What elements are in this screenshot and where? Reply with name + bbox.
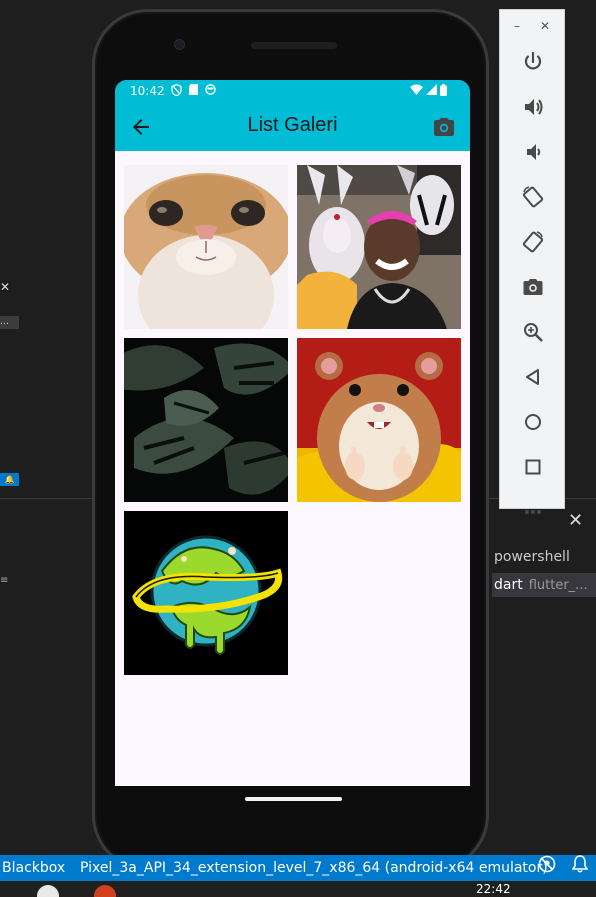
terminal-tab-dart[interactable]: dart flutter_... [492, 573, 596, 597]
earpiece-speaker [251, 42, 337, 49]
monstera-leaves-photo [124, 338, 288, 502]
taskbar-clock[interactable]: 22:42 [476, 882, 511, 896]
bell-icon[interactable] [571, 855, 589, 881]
rotate-right-icon[interactable] [521, 230, 545, 254]
sd-card-icon [189, 84, 198, 99]
status-time: 10:42 [130, 84, 165, 98]
back-icon[interactable] [521, 365, 545, 389]
accounts-icon[interactable] [538, 855, 556, 881]
app-screen: 10:42 List Galeri [115, 80, 470, 786]
gesture-navigation-bar[interactable] [245, 797, 342, 801]
panel-input-stub[interactable]: … [0, 316, 19, 329]
volume-down-icon[interactable] [521, 140, 545, 164]
panel-list-icon: ≡ [0, 575, 9, 586]
status-blackbox[interactable]: Blackbox [2, 855, 65, 881]
taskbar-app-icon[interactable] [94, 885, 116, 897]
gallery-item-cosplay[interactable] [297, 165, 461, 329]
terminal-tab-label: dart [494, 577, 523, 593]
gallery-grid [124, 165, 461, 675]
signal-icon [426, 84, 437, 99]
more-icon[interactable] [521, 500, 545, 524]
app-bar: List Galeri [115, 103, 470, 151]
status-device[interactable]: Pixel_3a_API_34_extension_level_7_x86_64… [80, 855, 548, 881]
zoom-icon[interactable] [521, 320, 545, 344]
page-title: List Galeri [247, 114, 338, 136]
terminal-tab-label: powershell [494, 549, 570, 565]
rotate-left-icon[interactable] [521, 185, 545, 209]
home-icon[interactable] [521, 410, 545, 434]
emulator-toolbar: – ✕ [499, 9, 565, 514]
camera-icon[interactable] [432, 115, 456, 139]
os-taskbar: 22:42 [0, 881, 596, 897]
android-status-bar: 10:42 [115, 80, 470, 103]
terminal-tab-powershell[interactable]: powershell [492, 545, 596, 569]
gallery-item-monstera[interactable] [124, 338, 288, 502]
gallery-item-hamster[interactable] [297, 338, 461, 502]
gallery-item-cat[interactable] [124, 165, 288, 329]
shield-icon [171, 83, 182, 99]
battery-icon [440, 84, 447, 99]
notification-badge[interactable]: 🔔 [0, 473, 19, 486]
dripping-planet-artwork [124, 511, 288, 675]
minimize-icon[interactable]: – [514, 19, 520, 33]
editor-status-bar: Blackbox Pixel_3a_API_34_extension_level… [0, 855, 596, 881]
front-camera [174, 39, 185, 50]
gallery-item-planet[interactable] [124, 511, 288, 675]
terminal-tab-sublabel: flutter_... [528, 578, 588, 593]
hamster-photo [297, 338, 461, 502]
screenshot-icon[interactable] [521, 275, 545, 299]
overview-icon[interactable] [521, 455, 545, 479]
volume-up-icon[interactable] [521, 95, 545, 119]
face-icon [205, 84, 216, 99]
wifi-icon [410, 84, 423, 99]
emulator-phone-frame: 10:42 List Galeri [92, 9, 489, 871]
taskbar-app-icon[interactable] [37, 885, 59, 897]
cosplay-selfie-photo [297, 165, 461, 329]
panel-close-icon[interactable]: ✕ [0, 280, 10, 294]
power-icon[interactable] [521, 50, 545, 74]
close-icon[interactable]: ✕ [540, 19, 550, 33]
terminal-close-icon[interactable]: ✕ [568, 510, 583, 531]
cat-photo [124, 165, 288, 329]
